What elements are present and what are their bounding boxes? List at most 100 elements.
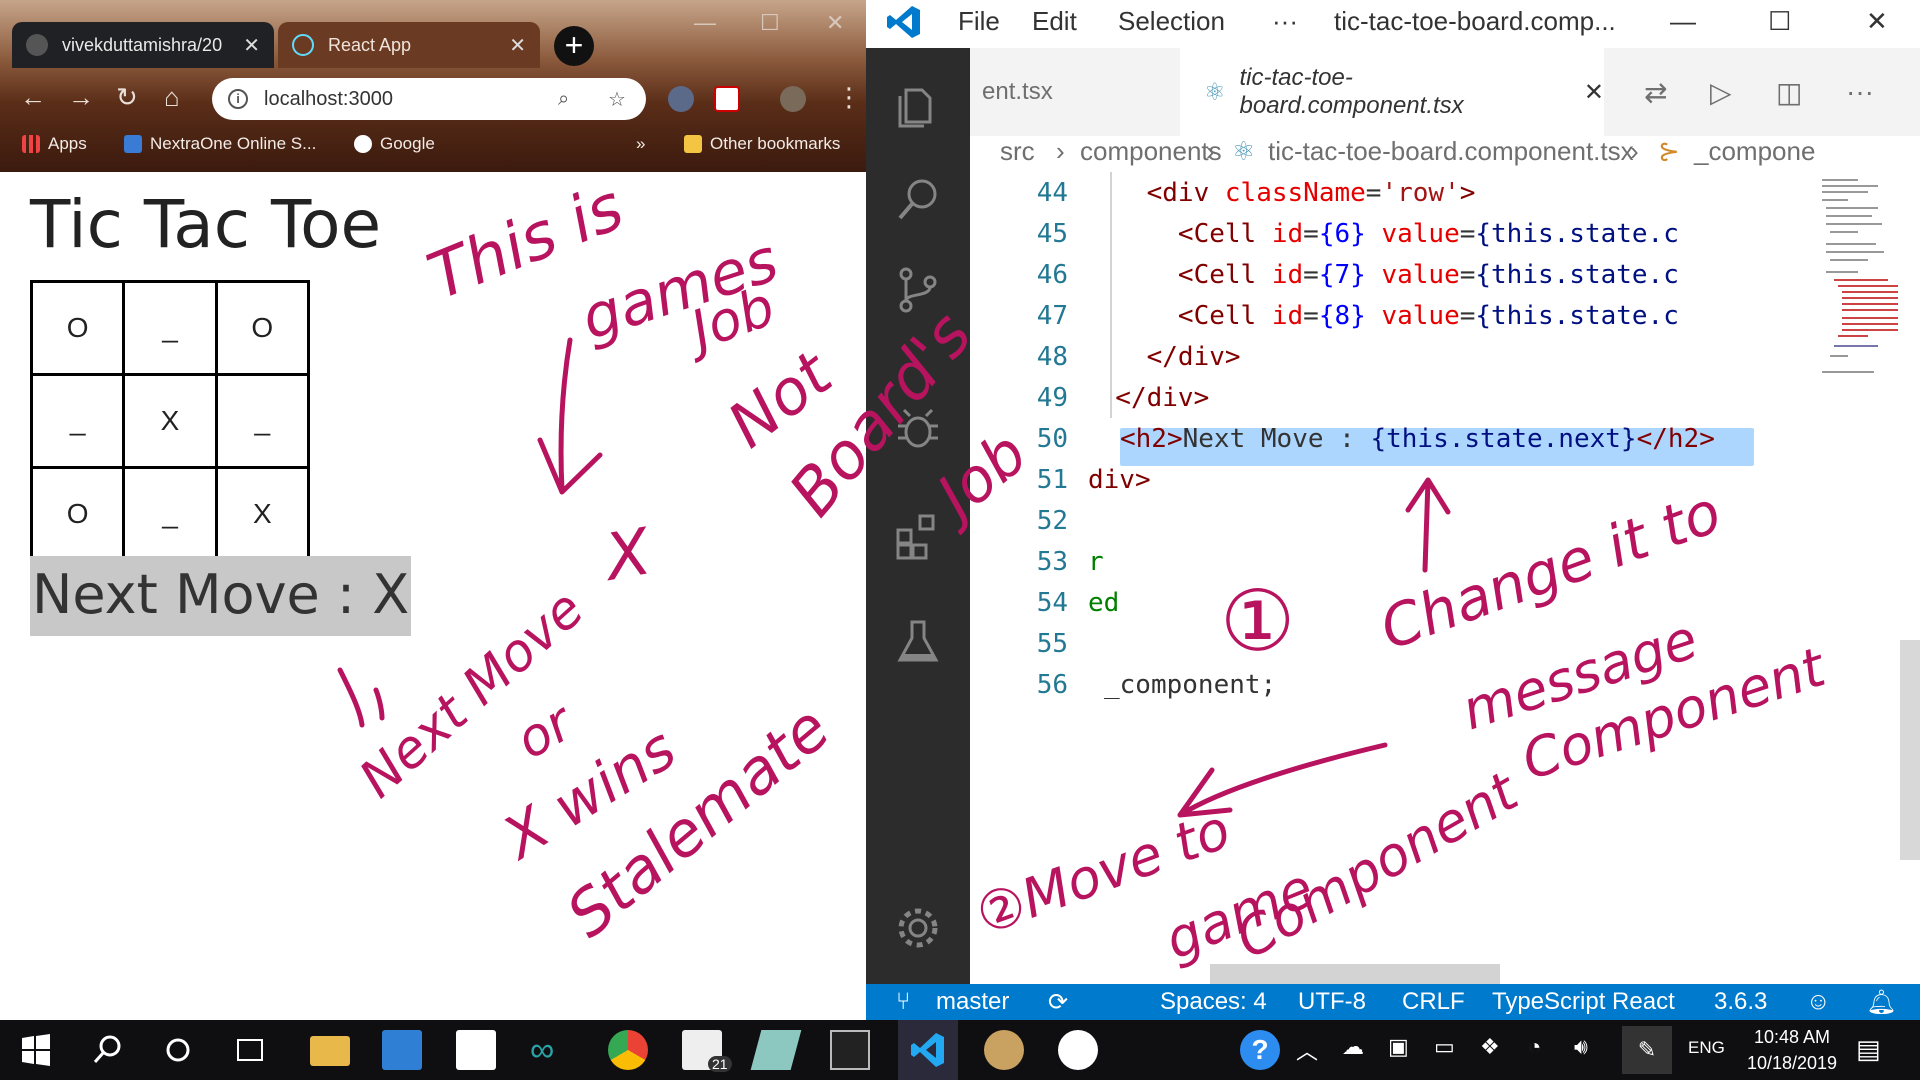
debug-icon[interactable] bbox=[892, 402, 944, 454]
source-control-icon[interactable] bbox=[892, 264, 944, 316]
dropbox-icon[interactable] bbox=[456, 1030, 496, 1070]
tab-label: ent.tsx bbox=[982, 78, 1053, 105]
feedback-icon[interactable]: ☺ bbox=[1806, 988, 1831, 1016]
board-cell[interactable]: X bbox=[122, 373, 218, 469]
close-window-icon[interactable]: ✕ bbox=[826, 10, 844, 36]
zoom-icon[interactable]: ⌕ bbox=[558, 88, 569, 111]
split-editor-icon[interactable]: ◫ bbox=[1776, 48, 1802, 136]
browser-tab-github[interactable]: vivekduttamishra/20 ✕ bbox=[12, 22, 274, 68]
dropbox-tray-icon[interactable]: ❖ bbox=[1480, 1034, 1500, 1060]
wifi-icon[interactable]: ◔ bbox=[1528, 1034, 1541, 1060]
paint-icon[interactable] bbox=[984, 1030, 1024, 1070]
tab-tic-tac-toe-board[interactable]: ⚛ tic-tac-toe-board.component.tsx ✕ bbox=[1180, 48, 1604, 136]
board-cell[interactable]: _ bbox=[214, 373, 311, 469]
code-editor[interactable]: 44 45 46 47 48 49 50 51 52 53 54 55 56 <… bbox=[970, 172, 1920, 984]
search-icon[interactable] bbox=[88, 1030, 128, 1070]
info-icon[interactable]: i bbox=[228, 89, 248, 109]
status-branch[interactable]: master bbox=[936, 988, 1009, 1016]
pen-icon[interactable]: ✎ bbox=[1622, 1026, 1672, 1074]
close-window-icon[interactable]: ✕ bbox=[1866, 6, 1888, 37]
vscode-icon[interactable] bbox=[908, 1030, 948, 1070]
minimize-icon[interactable]: — bbox=[1670, 6, 1696, 37]
back-icon[interactable]: ← bbox=[20, 82, 46, 113]
extensions-icon[interactable] bbox=[892, 510, 944, 562]
windows-start-icon[interactable] bbox=[16, 1030, 56, 1070]
bookmark-apps[interactable]: Apps bbox=[22, 134, 87, 154]
file-explorer-icon[interactable] bbox=[310, 1036, 350, 1066]
status-ts-version[interactable]: 3.6.3 bbox=[1714, 988, 1767, 1016]
forward-icon[interactable]: → bbox=[68, 82, 94, 113]
run-icon[interactable]: ▷ bbox=[1710, 48, 1732, 136]
star-icon[interactable]: ☆ bbox=[608, 87, 626, 112]
photos-icon[interactable] bbox=[1058, 1030, 1098, 1070]
battery-icon[interactable]: ▭ bbox=[1434, 1034, 1455, 1060]
bell-icon[interactable]: 🔔︎ bbox=[1866, 988, 1896, 1017]
maximize-icon[interactable]: ☐ bbox=[760, 10, 780, 36]
breadcrumb-symbol[interactable]: _compone bbox=[1694, 136, 1815, 167]
breadcrumb-separator: › bbox=[1056, 136, 1065, 166]
close-icon[interactable]: ✕ bbox=[1584, 78, 1604, 107]
compare-icon[interactable]: ⇄ bbox=[1644, 48, 1667, 136]
minimap[interactable] bbox=[1818, 176, 1902, 416]
language-indicator[interactable]: ENG bbox=[1688, 1038, 1725, 1058]
board-cell[interactable]: O bbox=[214, 280, 311, 376]
explorer-icon[interactable] bbox=[892, 80, 944, 132]
home-icon[interactable]: ⌂ bbox=[164, 82, 180, 113]
breadcrumb-components[interactable]: components bbox=[1080, 136, 1222, 167]
task-view-icon[interactable] bbox=[230, 1030, 270, 1070]
menu-file[interactable]: File bbox=[958, 6, 1000, 37]
menu-more[interactable]: ··· bbox=[1272, 6, 1298, 37]
menu-edit[interactable]: Edit bbox=[1032, 6, 1077, 37]
close-icon[interactable]: ✕ bbox=[509, 33, 526, 58]
tab-previous-file[interactable]: ent.tsx bbox=[970, 48, 1176, 136]
bookmark-google[interactable]: Google bbox=[354, 134, 435, 154]
horizontal-scrollbar[interactable] bbox=[1210, 964, 1500, 984]
breadcrumb-src[interactable]: src bbox=[1000, 136, 1035, 167]
tray-app-icon[interactable]: ▣ bbox=[1388, 1034, 1409, 1060]
help-icon[interactable]: ? bbox=[1240, 1030, 1280, 1070]
sync-icon[interactable]: ⟳ bbox=[1048, 988, 1068, 1017]
close-icon[interactable]: ✕ bbox=[243, 33, 260, 58]
gear-icon[interactable] bbox=[892, 902, 944, 954]
status-spaces[interactable]: Spaces: 4 bbox=[1160, 988, 1267, 1016]
status-language[interactable]: TypeScript React bbox=[1492, 988, 1675, 1016]
more-actions-icon[interactable]: ··· bbox=[1846, 48, 1874, 136]
maximize-icon[interactable]: ☐ bbox=[1768, 6, 1791, 37]
vertical-scrollbar[interactable] bbox=[1900, 640, 1920, 860]
clock[interactable]: 10:48 AM 10/18/2019 bbox=[1742, 1024, 1842, 1076]
status-encoding[interactable]: UTF-8 bbox=[1298, 988, 1366, 1016]
arduino-icon[interactable]: ∞ bbox=[530, 1030, 570, 1070]
breadcrumb-file[interactable]: tic-tac-toe-board.component.tsx bbox=[1268, 136, 1634, 167]
menu-icon[interactable]: ⋮ bbox=[836, 82, 862, 113]
tray-chevron-icon[interactable]: ︿ bbox=[1296, 1034, 1318, 1066]
volume-icon[interactable]: 🔊︎ bbox=[1574, 1034, 1588, 1060]
chrome-icon[interactable] bbox=[608, 1030, 648, 1070]
avatar[interactable] bbox=[780, 86, 806, 112]
store-icon[interactable] bbox=[382, 1030, 422, 1070]
minimize-icon[interactable]: — bbox=[694, 10, 716, 36]
testing-flask-icon[interactable] bbox=[892, 616, 944, 668]
reload-icon[interactable]: ↻ bbox=[116, 82, 138, 113]
new-tab-button[interactable]: + bbox=[554, 26, 594, 66]
search-icon[interactable] bbox=[892, 174, 944, 226]
more-bookmarks-button[interactable]: » bbox=[636, 134, 645, 154]
extension-icon[interactable] bbox=[714, 86, 740, 112]
address-bar[interactable]: i localhost:3000 ⌕ ☆ bbox=[212, 78, 646, 120]
cortana-icon[interactable] bbox=[158, 1030, 198, 1070]
bookmark-nextraone[interactable]: NextraOne Online S... bbox=[124, 134, 316, 154]
board-cell[interactable]: _ bbox=[122, 280, 218, 376]
board-cell[interactable]: X bbox=[214, 466, 311, 562]
board-cell[interactable]: O bbox=[29, 280, 126, 376]
onedrive-icon[interactable]: ☁ bbox=[1342, 1034, 1364, 1060]
terminal-icon[interactable] bbox=[830, 1030, 870, 1070]
browser-tab-react-app[interactable]: React App ✕ bbox=[278, 22, 540, 68]
menu-selection[interactable]: Selection bbox=[1118, 6, 1225, 37]
board-cell[interactable]: O bbox=[29, 466, 126, 562]
bookmark-other[interactable]: Other bookmarks bbox=[684, 134, 840, 154]
notifications-icon[interactable]: ▤ bbox=[1856, 1034, 1881, 1065]
board-cell[interactable]: _ bbox=[122, 466, 218, 562]
app-icon[interactable] bbox=[750, 1030, 802, 1070]
status-eol[interactable]: CRLF bbox=[1402, 988, 1465, 1016]
extension-icon[interactable] bbox=[668, 86, 694, 112]
board-cell[interactable]: _ bbox=[29, 373, 126, 469]
